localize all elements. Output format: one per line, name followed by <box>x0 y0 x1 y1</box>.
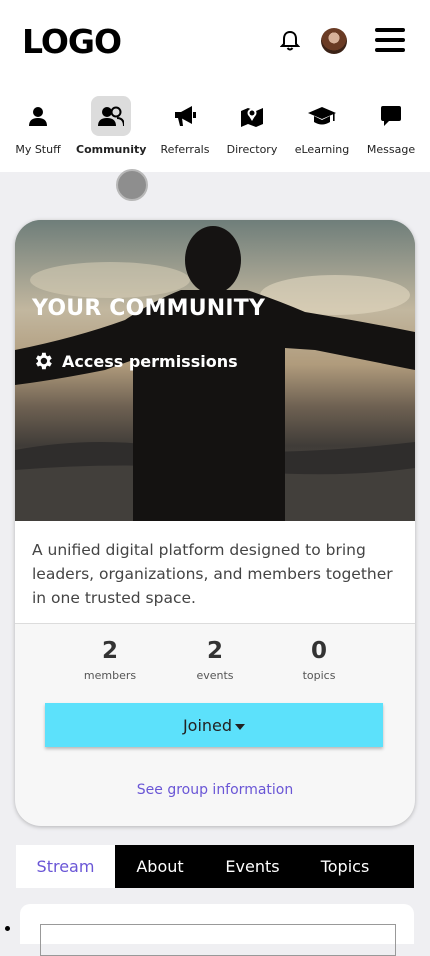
nav-label: Message <box>366 143 416 156</box>
people-icon <box>98 106 124 126</box>
community-card: YOUR COMMUNITY Access permissions A unif… <box>15 220 415 826</box>
graduation-cap-icon <box>308 107 336 125</box>
nav-item-referrals[interactable]: Referrals <box>150 96 220 156</box>
post-input[interactable] <box>40 924 396 956</box>
nav-item-message[interactable]: Message <box>356 96 426 156</box>
stream-composer-card <box>20 904 414 956</box>
tab-topics[interactable]: Topics <box>300 845 390 888</box>
tab-events[interactable]: Events <box>205 845 300 888</box>
community-description: A unified digital platform designed to b… <box>15 521 415 624</box>
nav-label: My Stuff <box>15 143 61 156</box>
megaphone-icon <box>175 106 196 126</box>
community-title: YOUR COMMUNITY <box>32 296 266 321</box>
stat-value: 2 <box>206 638 223 664</box>
access-permissions-link[interactable]: Access permissions <box>32 350 238 372</box>
bell-icon[interactable] <box>280 30 300 52</box>
main-nav: My Stuff Community Referrals Directory e… <box>0 82 430 172</box>
stat-members: 2 members <box>65 638 155 682</box>
community-tabs: Stream About Events Topics <box>16 845 414 888</box>
nav-item-community[interactable]: Community <box>76 96 146 156</box>
nav-label: Referrals <box>160 143 210 156</box>
tab-stream[interactable]: Stream <box>16 845 115 888</box>
top-bar: LOGO <box>0 0 430 82</box>
stat-label: events <box>196 669 234 682</box>
caret-down-icon <box>235 723 246 730</box>
person-icon <box>29 107 47 126</box>
nav-label: eLearning <box>294 143 350 156</box>
gear-icon <box>36 352 52 370</box>
nav-item-my-stuff[interactable]: My Stuff <box>3 96 73 156</box>
nav-item-directory[interactable]: Directory <box>217 96 287 156</box>
map-icon <box>241 108 263 127</box>
nav-label: Directory <box>226 143 278 156</box>
touch-indicator <box>116 169 148 201</box>
stat-topics: 0 topics <box>274 638 364 682</box>
joined-dropdown-button[interactable]: Joined <box>45 703 383 747</box>
hamburger-menu-icon[interactable] <box>375 28 405 52</box>
community-cover-image: YOUR COMMUNITY Access permissions <box>15 220 415 521</box>
tab-about[interactable]: About <box>115 845 205 888</box>
access-permissions-label: Access permissions <box>62 351 238 371</box>
stat-value: 2 <box>101 638 118 664</box>
logo[interactable]: LOGO <box>22 22 122 61</box>
joined-label: Joined <box>182 715 233 735</box>
chat-bubble-icon <box>381 106 401 126</box>
nav-item-elearning[interactable]: eLearning <box>287 96 357 156</box>
avatar[interactable] <box>321 28 347 54</box>
community-stats: 2 members 2 events 0 topics <box>15 638 415 698</box>
stat-label: members <box>83 669 137 682</box>
nav-label: Community <box>76 143 147 156</box>
scroll-indicator <box>5 926 10 931</box>
stat-value: 0 <box>310 638 327 664</box>
see-group-information-link[interactable]: See group information <box>15 782 415 798</box>
stat-label: topics <box>302 669 336 682</box>
stat-events: 2 events <box>170 638 260 682</box>
